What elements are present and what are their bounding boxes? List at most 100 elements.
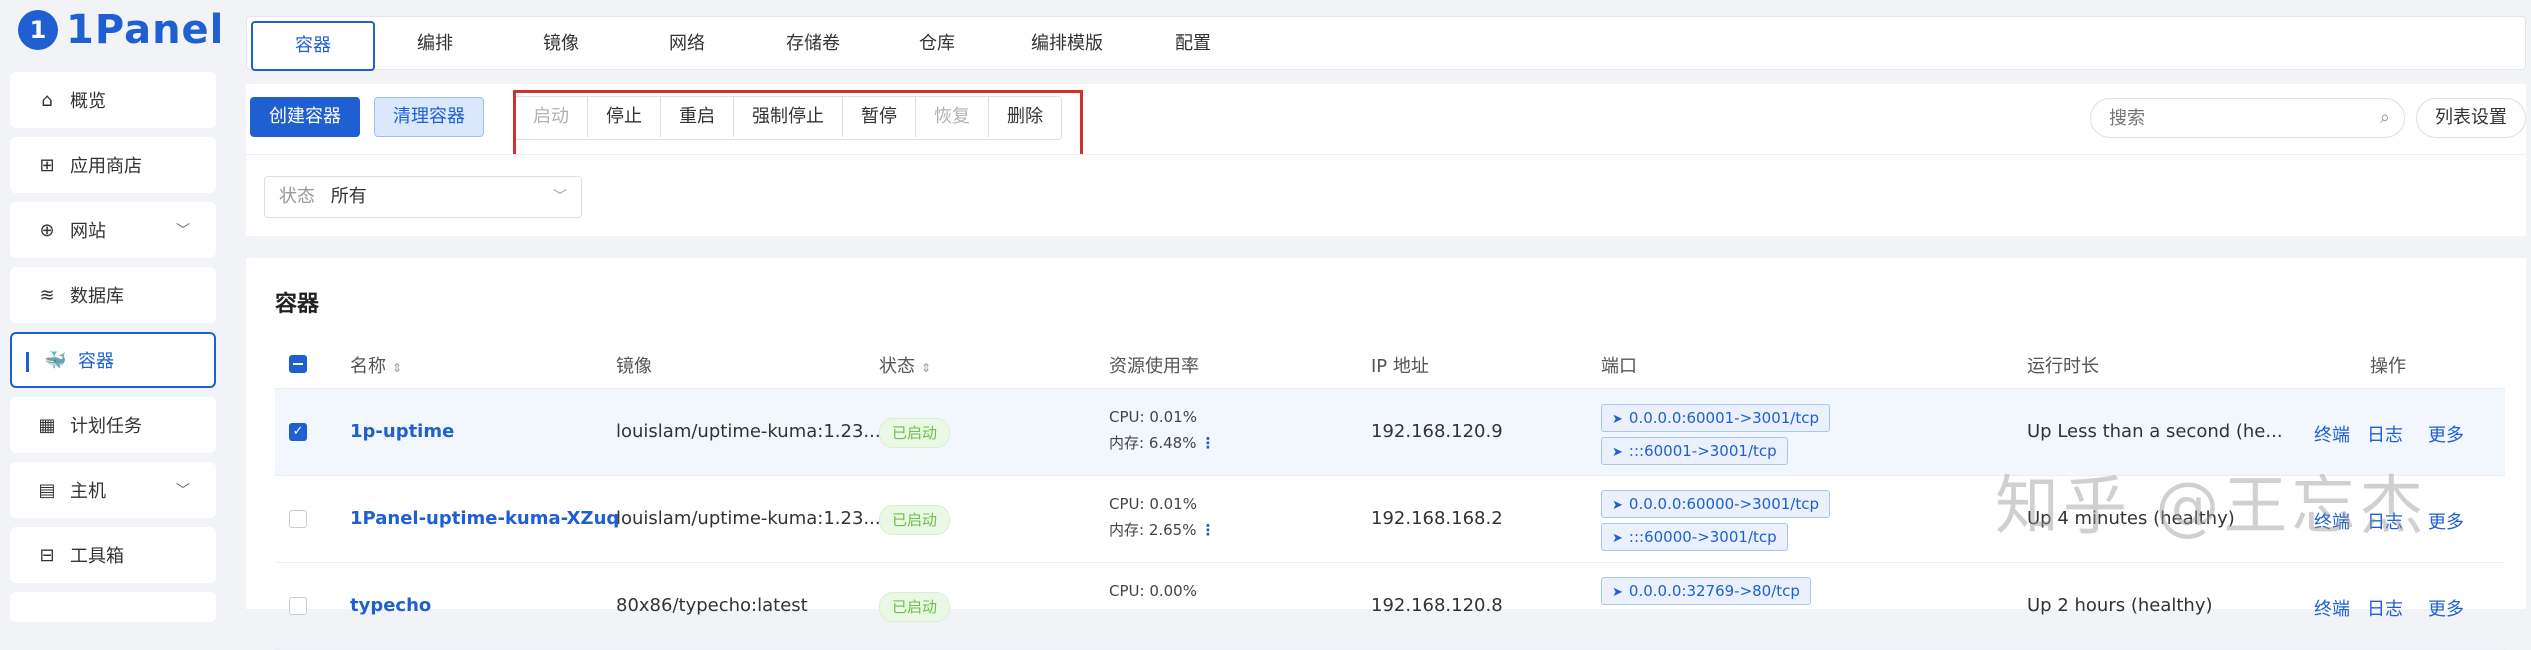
send-icon: ➤ [1612, 531, 1623, 546]
log-link[interactable]: 日志 [2367, 595, 2403, 621]
globe-icon: ⊕ [39, 219, 55, 241]
port-tag[interactable]: ➤ 0.0.0.0:60001->3001/tcp [1601, 404, 1831, 432]
header-ops: 操作 [2370, 356, 2406, 377]
sidebar-item-host[interactable]: ▤ 主机 ﹀ [10, 462, 216, 518]
sidebar-item-database[interactable]: ≋ 数据库 [10, 267, 216, 323]
container-name-link[interactable]: typecho [350, 595, 431, 616]
uptime: Up 2 hours (healthy) [2027, 595, 2213, 616]
uptime: Up Less than a second (he... [2027, 421, 2283, 442]
sidebar-item-label: 计划任务 [70, 416, 142, 437]
tab-compose[interactable]: 编排 [375, 17, 495, 71]
docker-icon: 🐳 [44, 349, 67, 371]
server-icon: ▤ [38, 479, 56, 501]
tab-volume[interactable]: 存储卷 [751, 17, 875, 71]
port-label: 0.0.0.0:32769->80/tcp [1628, 582, 1800, 600]
sidebar: 1 1Panel ⌂ 概览 ⊞ 应用商店 ⊕ 网站 ﹀ ≋ 数据库 🐳 容器 ▦… [0, 0, 230, 622]
list-settings-button[interactable]: 列表设置 [2416, 98, 2526, 138]
sidebar-item-toolbox[interactable]: ⊟ 工具箱 [10, 527, 216, 583]
tab-compose-template[interactable]: 编排模版 [997, 17, 1137, 71]
cpu-usage: CPU: 0.01% [1109, 495, 1197, 513]
status-filter-value: 所有 [330, 186, 367, 207]
search-input[interactable] [2091, 99, 2369, 137]
port-label: 0.0.0.0:60000->3001/tcp [1628, 495, 1820, 513]
container-image: louislam/uptime-kuma:1.23... [616, 508, 881, 529]
sidebar-item-label: 工具箱 [70, 546, 124, 567]
header-ports: 端口 [1601, 356, 1637, 377]
app-logo[interactable]: 1 1Panel [18, 4, 224, 56]
tab-repo[interactable]: 仓库 [877, 17, 997, 71]
sidebar-item-website[interactable]: ⊕ 网站 ﹀ [10, 202, 216, 258]
tab-network[interactable]: 网络 [627, 17, 747, 71]
port-tag[interactable]: ➤:::60001->3001/tcp [1601, 437, 1788, 465]
mem-usage: 内存: 2.65% [1109, 521, 1197, 539]
container-name-link[interactable]: 1p-uptime [350, 421, 454, 442]
layers-icon: ≋ [39, 284, 55, 306]
chevron-down-icon: ﹀ [176, 483, 190, 499]
send-icon: ➤ [1612, 585, 1623, 600]
cpu-usage: CPU: 0.00% [1109, 582, 1197, 600]
clean-container-button[interactable]: 清理容器 [374, 97, 484, 137]
send-icon: ➤ [1612, 412, 1623, 427]
status-badge: 已启动 [879, 505, 951, 535]
table-title: 容器 [275, 292, 320, 317]
container-image: louislam/uptime-kuma:1.23... [616, 421, 881, 442]
status-filter-select[interactable]: 状态 所有 ﹀ [264, 176, 582, 218]
port-label: :::60000->3001/tcp [1628, 528, 1777, 546]
tab-image[interactable]: 镜像 [501, 17, 621, 71]
more-link[interactable]: 更多 [2428, 595, 2464, 621]
tab-settings[interactable]: 配置 [1133, 17, 1253, 71]
search-box[interactable]: ⌕ [2090, 98, 2405, 138]
log-link[interactable]: 日志 [2367, 421, 2403, 447]
filter-panel [246, 154, 2526, 236]
row-checkbox[interactable]: ✓ [289, 423, 307, 441]
resource-usage: CPU: 0.01% 内存: 2.65% ⋮ [1109, 491, 1215, 543]
sidebar-item-partial[interactable] [10, 592, 216, 622]
terminal-link[interactable]: 终端 [2314, 595, 2350, 621]
logo-text: 1Panel [66, 7, 225, 53]
send-icon: ➤ [1612, 445, 1623, 460]
ip-address: 192.168.168.2 [1371, 508, 1503, 529]
more-vert-icon[interactable]: ⋮ [1200, 434, 1215, 452]
logo-mark-icon: 1 [18, 10, 58, 50]
container-name-link[interactable]: 1Panel-uptime-kuma-XZuq [350, 508, 619, 529]
chevron-down-icon: ﹀ [176, 223, 190, 239]
sidebar-item-container[interactable]: 🐳 容器 [10, 332, 216, 388]
chevron-down-icon: ﹀ [553, 189, 567, 205]
sidebar-item-label: 应用商店 [70, 156, 142, 177]
header-ip: IP 地址 [1371, 356, 1429, 377]
select-all-checkbox[interactable] [289, 355, 307, 373]
tab-container[interactable]: 容器 [251, 21, 375, 71]
more-link[interactable]: 更多 [2428, 508, 2464, 534]
search-icon[interactable]: ⌕ [2380, 107, 2390, 128]
sidebar-item-app-store[interactable]: ⊞ 应用商店 [10, 137, 216, 193]
port-tag[interactable]: ➤ 0.0.0.0:32769->80/tcp [1601, 577, 1811, 605]
header-name-label: 名称 [350, 356, 386, 377]
status-badge: 已启动 [879, 592, 951, 622]
sidebar-item-overview[interactable]: ⌂ 概览 [10, 72, 216, 128]
sidebar-item-label: 概览 [70, 91, 106, 112]
terminal-link[interactable]: 终端 [2314, 421, 2350, 447]
port-label: :::60001->3001/tcp [1628, 442, 1777, 460]
sort-icon[interactable]: ⇕ [392, 361, 402, 375]
row-checkbox[interactable] [289, 510, 307, 528]
sidebar-item-cron[interactable]: ▦ 计划任务 [10, 397, 216, 453]
header-state-label: 状态 [879, 356, 915, 377]
more-link[interactable]: 更多 [2428, 421, 2464, 447]
ip-address: 192.168.120.9 [1371, 421, 1503, 442]
more-vert-icon[interactable]: ⋮ [1200, 521, 1215, 539]
row-checkbox[interactable] [289, 597, 307, 615]
header-image: 镜像 [616, 356, 652, 377]
header-uptime: 运行时长 [2027, 356, 2099, 377]
header-state[interactable]: 状态 ⇕ [879, 352, 931, 378]
status-filter-label: 状态 [279, 186, 315, 207]
table-row[interactable]: typecho 80x86/typecho:latest 已启动 CPU: 0.… [275, 563, 2505, 650]
mem-usage: 内存: 6.48% [1109, 434, 1197, 452]
send-icon: ➤ [1612, 498, 1623, 513]
sidebar-item-label: 数据库 [70, 286, 124, 307]
port-tag[interactable]: ➤:::60000->3001/tcp [1601, 523, 1788, 551]
sort-icon[interactable]: ⇕ [921, 361, 931, 375]
port-tag[interactable]: ➤ 0.0.0.0:60000->3001/tcp [1601, 490, 1831, 518]
header-name[interactable]: 名称 ⇕ [350, 352, 402, 378]
calendar-icon: ▦ [38, 414, 56, 436]
create-container-button[interactable]: 创建容器 [250, 97, 360, 137]
